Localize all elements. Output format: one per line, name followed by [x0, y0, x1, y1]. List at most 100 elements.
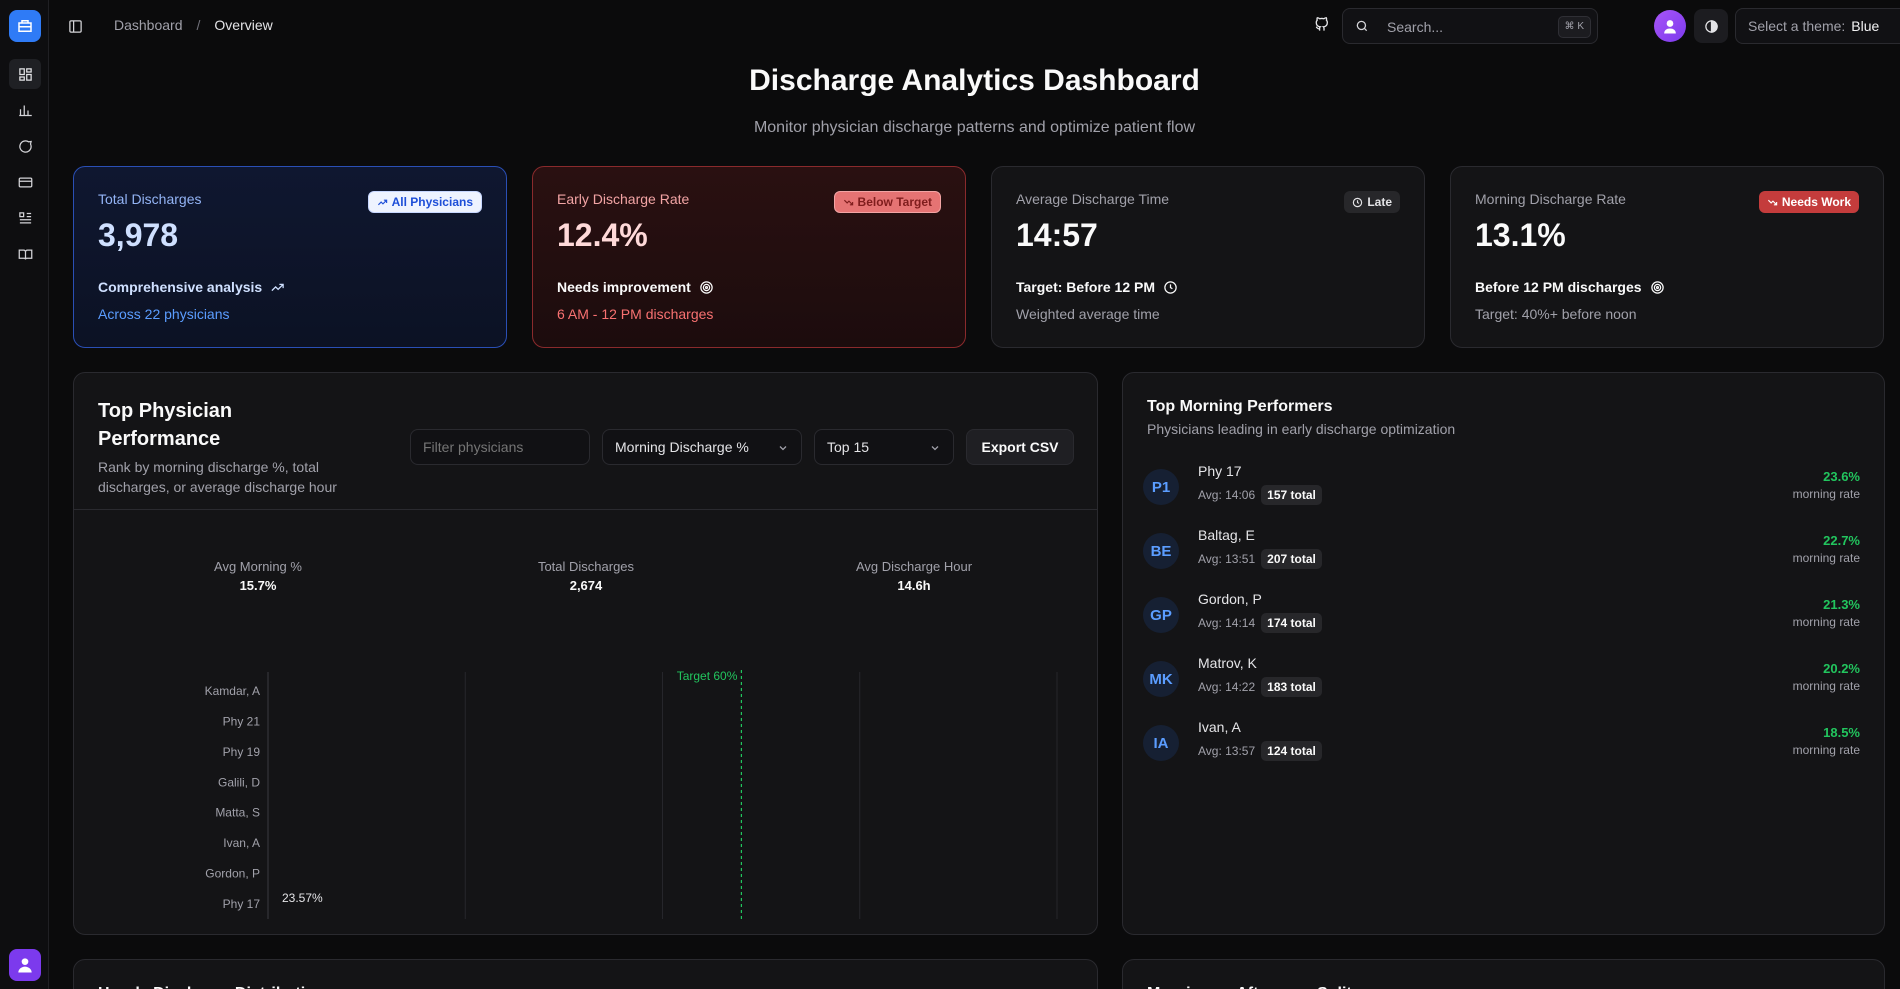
- nav-billing-icon[interactable]: [9, 167, 41, 197]
- panel-subtitle-line: discharges, or average discharge hour: [98, 479, 337, 495]
- user-icon: [1664, 20, 1676, 34]
- nav-dashboard-icon[interactable]: [9, 59, 41, 89]
- y-tick-label: Galili, D: [218, 775, 260, 789]
- sidebar-toggle-icon[interactable]: [65, 16, 85, 36]
- sort-metric-select[interactable]: Morning Discharge %: [602, 429, 802, 465]
- stat-note-text: Before 12 PM discharges: [1475, 279, 1642, 295]
- physician-stats: Avg: 14:06 157 total: [1198, 485, 1322, 505]
- stat-detail: 6 AM - 12 PM discharges: [557, 306, 714, 322]
- status-badge-label: Below Target: [857, 195, 932, 209]
- avg-time: Avg: 13:51: [1198, 552, 1256, 566]
- app-logo[interactable]: [9, 10, 41, 42]
- breadcrumb-dashboard[interactable]: Dashboard: [114, 17, 183, 33]
- stat-note: Before 12 PM discharges: [1475, 279, 1665, 295]
- total-badge: 207 total: [1261, 549, 1322, 569]
- stat-card-avg-discharge-time: Average Discharge Time Late 14:57 Target…: [991, 166, 1425, 348]
- stat-detail: Target: 40%+ before noon: [1475, 306, 1637, 322]
- profile-avatar[interactable]: [1654, 10, 1686, 42]
- clock-icon: [1353, 197, 1363, 207]
- search-icon: [1356, 20, 1368, 32]
- stat-note: Target: Before 12 PM: [1016, 279, 1178, 295]
- theme-select[interactable]: Select a theme: Blue: [1735, 8, 1900, 44]
- stat-note-text: Comprehensive analysis: [98, 279, 263, 295]
- status-badge: Late: [1344, 191, 1400, 213]
- y-tick-label: Phy 21: [223, 715, 261, 729]
- theme-mode-toggle[interactable]: [1694, 9, 1728, 43]
- physician-name: Phy 17: [1198, 463, 1242, 479]
- y-tick-label: Ivan, A: [223, 836, 260, 850]
- status-badge-label: Needs Work: [1781, 195, 1851, 209]
- list-item[interactable]: IA Ivan, A Avg: 13:57 124 total 18.5% mor…: [1123, 717, 1884, 775]
- export-csv-button[interactable]: Export CSV: [966, 429, 1074, 465]
- stat-note: Needs improvement: [557, 279, 714, 295]
- stat-value: 13.1%: [1475, 217, 1566, 253]
- trending-down-icon: [1767, 199, 1778, 205]
- search-shortcut: ⌘ K: [1557, 16, 1591, 38]
- total-badge: 174 total: [1261, 613, 1322, 633]
- physician-performance-panel: Top Physician Performance Rank by mornin…: [73, 372, 1098, 935]
- trending-up-icon: [377, 199, 387, 205]
- search-box[interactable]: Search... ⌘ K: [1342, 8, 1598, 44]
- metric-value: 15.7%: [239, 578, 277, 593]
- morning-rate-label: morning rate: [1792, 679, 1860, 693]
- panel-divider: [74, 509, 1097, 510]
- physician-filter-input[interactable]: [410, 429, 590, 465]
- breadcrumb: Dashboard / Overview: [114, 17, 273, 33]
- total-badge: 157 total: [1261, 485, 1322, 505]
- y-tick-label: Matta, S: [215, 806, 260, 820]
- x-tick-label: 50: [656, 928, 670, 929]
- panel-title-line: Top Physician: [98, 400, 233, 422]
- panel-subtitle: Rank by morning discharge %, total disch…: [98, 457, 337, 497]
- stat-card-early-discharge: Early Discharge Rate Below Target 12.4% …: [532, 166, 966, 348]
- physician-morning-chart: 0 25 50 75 100 Kamdar, A Phy 21 Phy 19 Galili, D…: [205, 669, 1068, 929]
- x-tick-label: 100: [1047, 928, 1067, 929]
- target-icon: [700, 280, 713, 294]
- theme-select-label: Select a theme:: [1748, 18, 1846, 34]
- stat-note: Comprehensive analysis: [98, 279, 285, 295]
- physician-name: Baltag, E: [1198, 527, 1255, 543]
- list-item[interactable]: BE Baltag, E Avg: 13:51 207 total 22.7% m…: [1123, 525, 1884, 583]
- chevron-down-icon: [931, 446, 939, 451]
- top-n-select[interactable]: Top 15: [814, 429, 954, 465]
- user-menu-avatar[interactable]: [9, 949, 41, 981]
- avg-time: Avg: 13:57: [1198, 744, 1256, 758]
- data-label: 23.57%: [282, 891, 323, 905]
- avatar: BE: [1143, 533, 1179, 569]
- morning-rate-label: morning rate: [1792, 743, 1860, 757]
- contrast-icon: [1704, 19, 1718, 33]
- avatar: IA: [1143, 725, 1179, 761]
- y-tick-label: Gordon, P: [205, 866, 260, 880]
- nav-messages-icon[interactable]: [9, 131, 41, 161]
- github-icon[interactable]: [1314, 16, 1334, 36]
- morning-afternoon-panel: Morning vs Afternoon Split: [1122, 959, 1885, 989]
- physician-stats: Avg: 13:51 207 total: [1198, 549, 1322, 569]
- status-badge-label: All Physicians: [391, 195, 473, 209]
- list-item[interactable]: GP Gordon, P Avg: 14:14 174 total 21.3% m…: [1123, 589, 1884, 647]
- panel-title: Morning vs Afternoon Split: [1147, 980, 1352, 989]
- avg-time: Avg: 14:22: [1198, 680, 1256, 694]
- trending-down-icon: [843, 199, 853, 205]
- nav-kanban-icon[interactable]: [9, 203, 41, 233]
- list-item[interactable]: MK Matrov, K Avg: 14:22 183 total 20.2% m…: [1123, 653, 1884, 711]
- logo-icon: [18, 20, 32, 32]
- clock-icon: [1164, 280, 1177, 294]
- target-label: Target 60%: [677, 669, 738, 683]
- hourly-distribution-panel: Hourly Discharge Distribution: [73, 959, 1098, 989]
- page-subtitle: Monitor physician discharge patterns and…: [753, 119, 1196, 136]
- morning-rate-label: morning rate: [1792, 487, 1860, 501]
- nav-charts-icon[interactable]: [9, 95, 41, 125]
- stat-note-text: Needs improvement: [557, 279, 691, 295]
- status-badge: All Physicians: [367, 191, 482, 213]
- metric-avg-discharge-hour: Avg Discharge Hour 14.6h: [814, 559, 1014, 593]
- trending-up-icon: [271, 283, 284, 291]
- y-tick-label: Phy 19: [223, 745, 261, 759]
- list-item[interactable]: P1 Phy 17 Avg: 14:06 157 total 23.6% morn…: [1123, 461, 1884, 519]
- metric-value: 2,674: [569, 578, 603, 593]
- stat-label: Average Discharge Time: [1016, 191, 1170, 207]
- sort-metric-value: Morning Discharge %: [615, 439, 749, 455]
- physician-name: Matrov, K: [1198, 655, 1257, 671]
- stat-card-morning-rate: Morning Discharge Rate Needs Work 13.1% …: [1450, 166, 1884, 348]
- top-bar: Dashboard / Overview Search... ⌘ K Selec…: [49, 0, 1900, 52]
- metric-label: Total Discharges: [537, 559, 635, 574]
- nav-docs-icon[interactable]: [9, 239, 41, 269]
